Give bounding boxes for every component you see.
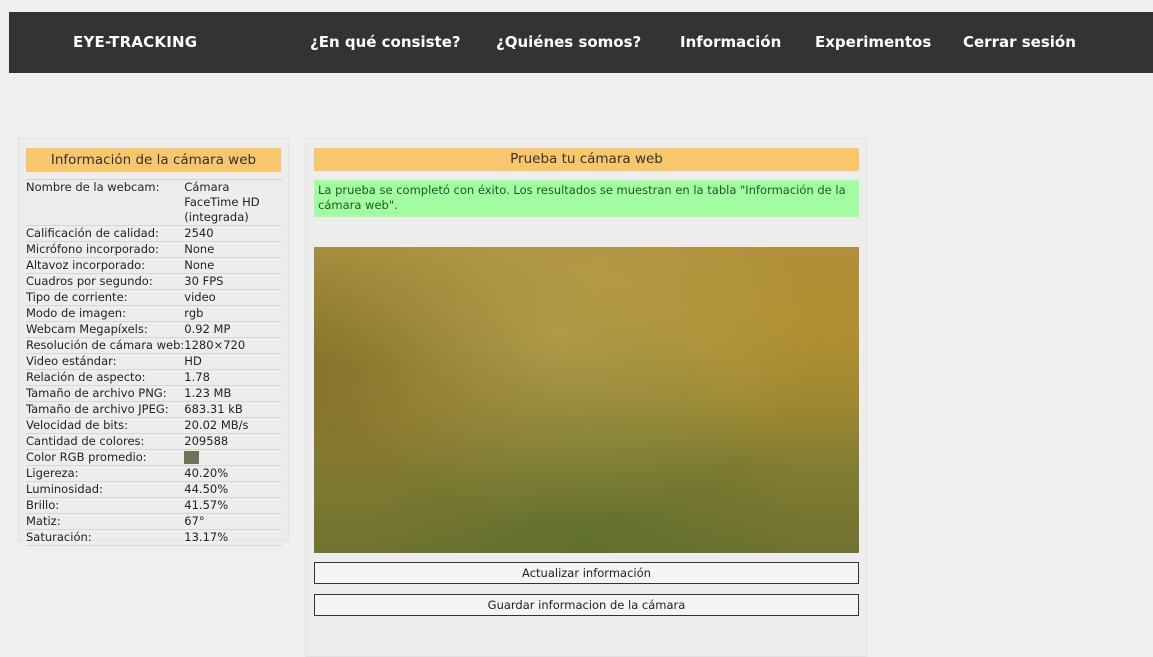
row-value: Cámara FaceTime HD (integrada) <box>184 179 282 226</box>
row-value: 2540 <box>184 225 282 242</box>
save-camera-info-button[interactable]: Guardar informacion de la cámara <box>314 594 859 616</box>
table-row: Micrófono incorporado: None <box>26 241 282 258</box>
nav-link-en-que-consiste[interactable]: ¿En qué consiste? <box>310 12 461 73</box>
row-label: Resolución de cámara web: <box>26 337 185 354</box>
row-label: Tamaño de archivo PNG: <box>26 385 185 402</box>
table-row: Modo de imagen: rgb <box>26 305 282 322</box>
row-label: Luminosidad: <box>26 481 185 498</box>
webcam-test-panel: Prueba tu cámara web La prueba se comple… <box>305 138 867 657</box>
row-label: Webcam Megapíxels: <box>26 321 185 338</box>
table-row: Tipo de corriente: video <box>26 289 282 306</box>
row-label: Velocidad de bits: <box>26 417 185 434</box>
top-navigation-bar: EYE-TRACKING ¿En qué consiste? ¿Quiénes … <box>9 12 1153 73</box>
success-message: La prueba se completó con éxito. Los res… <box>314 180 859 217</box>
update-info-button[interactable]: Actualizar información <box>314 562 859 584</box>
row-value: 1.78 <box>184 369 282 386</box>
row-label: Tamaño de archivo JPEG: <box>26 401 185 418</box>
table-row: Cantidad de colores: 209588 <box>26 433 282 450</box>
row-value: 1.23 MB <box>184 385 282 402</box>
row-value: 209588 <box>184 433 282 450</box>
table-row: Color RGB promedio: <box>26 449 282 466</box>
row-value: 30 FPS <box>184 273 282 290</box>
row-label: Altavoz incorporado: <box>26 257 185 274</box>
row-label: Calificación de calidad: <box>26 225 185 242</box>
table-row: Nombre de la webcam: Cámara FaceTime HD (… <box>26 179 282 226</box>
webcam-info-panel: Información de la cámara web Nombre de l… <box>18 138 289 546</box>
webcam-info-table: Nombre de la webcam: Cámara FaceTime HD (… <box>26 179 282 546</box>
table-row: Tamaño de archivo JPEG: 683.31 kB <box>26 401 282 418</box>
table-row: Webcam Megapíxels: 0.92 MP <box>26 321 282 338</box>
row-value: 683.31 kB <box>184 401 282 418</box>
table-row: Cuadros por segundo: 30 FPS <box>26 273 282 290</box>
row-value: 1280×720 <box>184 337 282 354</box>
table-row: Saturación: 13.17% <box>26 529 282 546</box>
row-value: video <box>184 289 282 306</box>
webcam-info-title: Información de la cámara web <box>26 148 281 172</box>
row-label: Cantidad de colores: <box>26 433 185 450</box>
row-value: 0.92 MP <box>184 321 282 338</box>
row-label: Saturación: <box>26 529 185 546</box>
table-row: Matiz: 67° <box>26 513 282 530</box>
row-value: 20.02 MB/s <box>184 417 282 434</box>
row-label: Video estándar: <box>26 353 185 370</box>
table-row: Calificación de calidad: 2540 <box>26 225 282 242</box>
row-label: Tipo de corriente: <box>26 289 185 306</box>
nav-link-experimentos[interactable]: Experimentos <box>815 12 931 73</box>
brand-logo[interactable]: EYE-TRACKING <box>73 12 197 73</box>
webcam-test-title: Prueba tu cámara web <box>314 148 859 171</box>
average-color-swatch <box>184 451 200 464</box>
row-label: Brillo: <box>26 497 185 514</box>
table-row: Resolución de cámara web: 1280×720 <box>26 337 282 354</box>
row-label: Nombre de la webcam: <box>26 179 185 226</box>
row-value: rgb <box>184 305 282 322</box>
table-row: Video estándar: HD <box>26 353 282 370</box>
table-row: Altavoz incorporado: None <box>26 257 282 274</box>
nav-link-informacion[interactable]: Información <box>680 12 781 73</box>
table-row: Velocidad de bits: 20.02 MB/s <box>26 417 282 434</box>
row-label: Cuadros por segundo: <box>26 273 185 290</box>
table-row: Relación de aspecto: 1.78 <box>26 369 282 386</box>
row-label: Micrófono incorporado: <box>26 241 185 258</box>
row-label: Color RGB promedio: <box>26 449 185 466</box>
row-value: 13.17% <box>184 529 282 546</box>
row-value: 44.50% <box>184 481 282 498</box>
nav-link-cerrar-sesion[interactable]: Cerrar sesión <box>963 12 1076 73</box>
table-row: Luminosidad: 44.50% <box>26 481 282 498</box>
row-value <box>184 449 282 466</box>
row-label: Modo de imagen: <box>26 305 185 322</box>
row-value: HD <box>184 353 282 370</box>
row-label: Relación de aspecto: <box>26 369 185 386</box>
table-row: Brillo: 41.57% <box>26 497 282 514</box>
row-label: Ligereza: <box>26 465 185 482</box>
table-row: Ligereza: 40.20% <box>26 465 282 482</box>
row-value: 40.20% <box>184 465 282 482</box>
nav-link-quienes-somos[interactable]: ¿Quiénes somos? <box>496 12 641 73</box>
webcam-video-preview <box>314 247 859 553</box>
row-label: Matiz: <box>26 513 185 530</box>
row-value: 41.57% <box>184 497 282 514</box>
row-value: 67° <box>184 513 282 530</box>
table-row: Tamaño de archivo PNG: 1.23 MB <box>26 385 282 402</box>
row-value: None <box>184 241 282 258</box>
row-value: None <box>184 257 282 274</box>
